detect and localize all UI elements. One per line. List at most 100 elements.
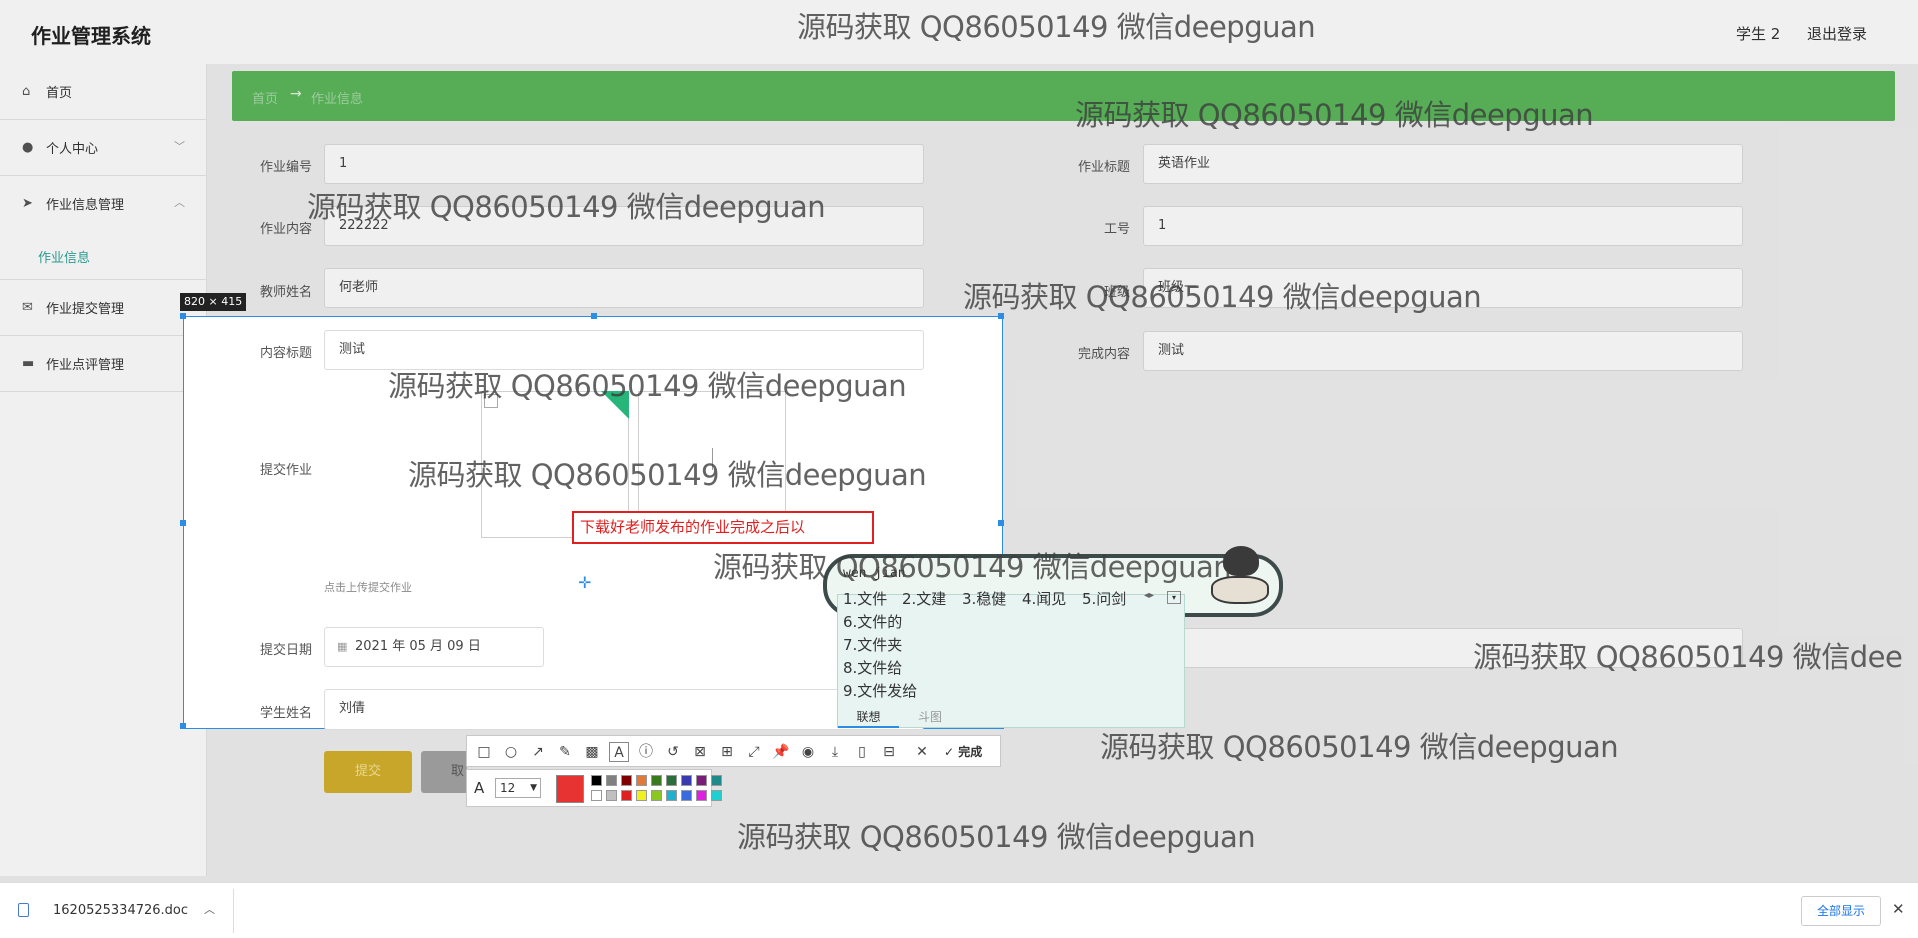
ime-tab-associate[interactable]: 联想 [838,707,899,728]
ellipse-tool-icon[interactable]: ○ [501,742,521,762]
color-swatch[interactable] [696,775,707,786]
staff-no-field[interactable]: 1 [1143,206,1743,246]
download-bar: 1620525334726.doc ︿ 全部显示 ✕ [0,882,1918,938]
hw-title-field[interactable]: 英语作业 [1143,144,1743,184]
done-button[interactable]: ✓ 完成 [944,742,982,762]
logout-link[interactable]: 退出登录 [1807,23,1867,44]
resize-handle[interactable] [998,313,1004,319]
bookmark-icon[interactable]: ⊟ [879,742,899,762]
ime-candidate-4[interactable]: 4.闻见 [1022,588,1066,609]
font-size-select[interactable]: 12 ▼ [495,778,541,798]
sidebar-item-label: 作业点评管理 [46,358,125,373]
show-all-button[interactable]: 全部显示 [1801,896,1881,926]
ime-candidate-5[interactable]: 5.问剑 [1082,588,1126,609]
ime-candidate-6[interactable]: 6.文件的 [843,611,902,632]
sidebar-item-submissions[interactable]: ✉ 作业提交管理 [0,280,207,336]
label-staff-no: 工号 [1103,222,1130,237]
breadcrumb-home[interactable]: 首页 [252,88,278,107]
color-swatch[interactable] [651,790,662,801]
ime-expand-icon[interactable]: ▾ [1167,591,1181,604]
class-field[interactable]: 班级一 [1143,268,1743,308]
sidebar-item-home[interactable]: ⌂ 首页 [0,64,207,120]
resize-handle[interactable] [180,520,186,526]
ime-page-arrows-icon[interactable]: ◂▸ [1144,590,1154,601]
rectangle-tool-icon[interactable]: □ [474,742,494,762]
color-swatch[interactable] [711,775,722,786]
download-icon[interactable]: ⤓ [825,742,845,762]
label-content-title: 内容标题 [259,346,312,361]
sidebar-item-label: 作业信息管理 [46,198,125,213]
cancel-button[interactable]: 取 [421,751,467,793]
submit-date-picker[interactable]: ▦ 2021 年 05 月 09 日 [324,627,544,667]
ocr-icon[interactable]: ⊠ [690,742,710,762]
color-swatch[interactable] [681,775,692,786]
capture-size-badge: 820 × 415 [180,293,247,311]
label-hw-title: 作业标题 [1077,160,1130,175]
close-icon[interactable]: ✕ [912,742,932,762]
sidebar-item-reviews[interactable]: ▬ 作业点评管理 [0,336,207,392]
long-screenshot-icon[interactable]: ⤢ [744,742,764,762]
current-color-swatch[interactable] [556,775,584,803]
chevron-up-icon[interactable]: ︿ [204,901,215,917]
ime-candidate-2[interactable]: 2.文建 [902,588,946,609]
crosshair-icon: ✛ [578,573,592,592]
ime-candidate-8[interactable]: 8.文件给 [843,657,902,678]
broken-image-icon [484,394,498,408]
text-tool-icon[interactable]: A [609,742,629,762]
color-swatch[interactable] [651,775,662,786]
current-user[interactable]: 学生 2 [1736,23,1780,44]
color-swatch[interactable] [591,775,602,786]
color-swatch[interactable] [621,775,632,786]
resize-handle[interactable] [180,723,186,729]
hw-content-field[interactable]: 222222 [324,206,924,246]
color-swatch[interactable] [696,790,707,801]
ime-candidate-3[interactable]: 3.稳健 [962,588,1006,609]
arrow-tool-icon[interactable]: ↗ [528,742,548,762]
color-swatch[interactable] [666,775,677,786]
color-swatch[interactable] [606,775,617,786]
annotation-text-box[interactable]: 下载好老师发布的作业完成之后以 [572,511,874,544]
resize-handle[interactable] [591,313,597,319]
number-tool-icon[interactable]: ⓘ [636,742,656,762]
pen-tool-icon[interactable]: ✎ [555,742,575,762]
translate-icon[interactable]: ⊞ [717,742,737,762]
student-field[interactable]: 刘倩 [324,689,924,730]
color-swatch[interactable] [606,790,617,801]
mosaic-tool-icon[interactable]: ▩ [582,742,602,762]
done-content-field[interactable]: 测试 [1143,331,1743,371]
color-swatch[interactable] [621,790,632,801]
ime-candidate-7[interactable]: 7.文件夹 [843,634,902,655]
label-class: 班级 [1103,285,1130,300]
color-swatch[interactable] [636,775,647,786]
hw-no-field[interactable]: 1 [324,144,924,184]
pin-icon[interactable]: 📌 [771,742,791,762]
submit-button[interactable]: 提交 [324,751,412,793]
user-icon: ● [22,140,34,155]
record-icon[interactable]: ◉ [798,742,818,762]
undo-icon[interactable]: ↺ [663,742,683,762]
ime-candidate-9[interactable]: 9.文件发给 [843,680,917,701]
calendar-icon: ▦ [337,640,348,653]
ime-pinyin-input: wen jian [843,566,906,581]
sidebar-subitem-homework[interactable]: 作业信息 [38,247,90,266]
right-field-partial[interactable] [1143,628,1743,668]
close-icon[interactable]: ✕ [1892,900,1905,918]
resize-handle[interactable] [998,520,1004,526]
color-swatch[interactable] [666,790,677,801]
ime-candidate-1[interactable]: 1.文件 [843,588,887,609]
send-icon: ➤ [22,196,33,211]
color-swatch[interactable] [636,790,647,801]
content-title-field[interactable]: 测试 [324,330,924,370]
sidebar-item-personal[interactable]: ● 个人中心 ﹀ [0,120,207,176]
resize-handle[interactable] [180,313,186,319]
chevron-down-icon: ﹀ [174,140,185,153]
font-icon: A [474,779,485,797]
phone-icon[interactable]: ▯ [852,742,872,762]
sidebar-item-homework-info[interactable]: ➤ 作业信息管理 ︿ [0,176,207,280]
ime-tab-doutu[interactable]: 斗图 [900,707,960,728]
color-swatch[interactable] [711,790,722,801]
color-swatch[interactable] [591,790,602,801]
teacher-field[interactable]: 何老师 [324,268,924,308]
color-swatch[interactable] [681,790,692,801]
download-file-name[interactable]: 1620525334726.doc [53,903,188,918]
